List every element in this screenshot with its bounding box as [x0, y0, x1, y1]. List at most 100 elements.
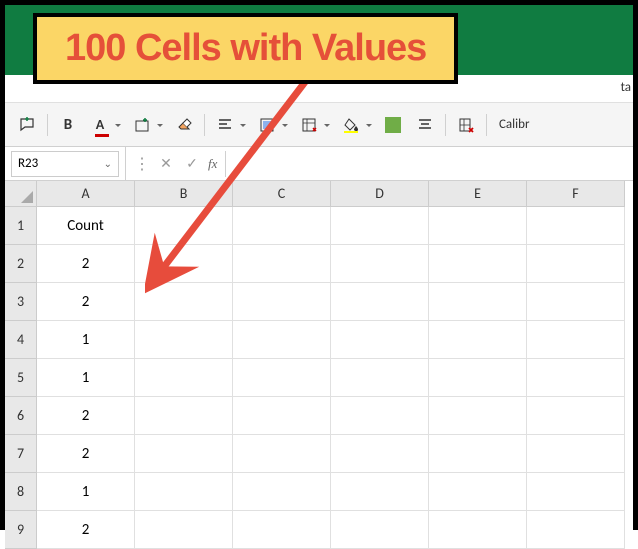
cell[interactable] — [331, 207, 429, 245]
cell[interactable] — [135, 435, 233, 473]
cell[interactable] — [233, 473, 331, 511]
cell[interactable] — [527, 283, 625, 321]
row-header[interactable]: 5 — [5, 359, 37, 397]
comment-button[interactable] — [13, 111, 41, 139]
cell[interactable] — [527, 207, 625, 245]
cell[interactable]: 1 — [37, 473, 135, 511]
row-header[interactable]: 1 — [5, 207, 37, 245]
cell[interactable] — [233, 283, 331, 321]
cell[interactable] — [527, 397, 625, 435]
cell[interactable]: 2 — [37, 283, 135, 321]
column-header[interactable]: B — [135, 181, 233, 207]
cell[interactable]: 2 — [37, 245, 135, 283]
cell[interactable] — [135, 321, 233, 359]
row-header[interactable]: 4 — [5, 321, 37, 359]
conditional-format-button[interactable] — [295, 111, 333, 139]
column-header[interactable]: A — [37, 181, 135, 207]
cell[interactable]: 2 — [37, 511, 135, 549]
cell[interactable] — [135, 245, 233, 283]
cancel-formula-button[interactable]: ✕ — [156, 154, 176, 174]
borders-button[interactable] — [253, 111, 291, 139]
row-header[interactable]: 7 — [5, 435, 37, 473]
table-row: 1 — [37, 321, 633, 359]
cell-fill-green[interactable] — [379, 111, 407, 139]
chevron-down-icon[interactable]: ⌄ — [104, 157, 112, 170]
toolbar-separator — [47, 114, 48, 136]
cell[interactable] — [135, 511, 233, 549]
clear-button[interactable] — [170, 111, 198, 139]
row-header[interactable]: 8 — [5, 473, 37, 511]
cell[interactable] — [429, 207, 527, 245]
cell[interactable] — [233, 359, 331, 397]
cell[interactable] — [233, 397, 331, 435]
table-row: 2 — [37, 511, 633, 549]
align-button[interactable] — [211, 111, 249, 139]
cell[interactable] — [233, 435, 331, 473]
cell[interactable]: 1 — [37, 321, 135, 359]
cell[interactable]: 2 — [37, 435, 135, 473]
cell[interactable] — [331, 321, 429, 359]
font-color-button[interactable]: A — [86, 111, 124, 139]
cell[interactable] — [233, 245, 331, 283]
center-align-button[interactable] — [411, 111, 439, 139]
table-row: 2 — [37, 435, 633, 473]
cell[interactable] — [527, 245, 625, 283]
cell[interactable] — [429, 511, 527, 549]
cell[interactable] — [331, 283, 429, 321]
cell[interactable] — [233, 321, 331, 359]
cell[interactable] — [331, 473, 429, 511]
ribbon-tab-fragment[interactable]: ta — [621, 80, 631, 95]
cell[interactable] — [233, 511, 331, 549]
cell[interactable] — [135, 207, 233, 245]
cell[interactable] — [527, 359, 625, 397]
cell[interactable] — [135, 473, 233, 511]
cell[interactable] — [429, 473, 527, 511]
cell[interactable] — [429, 283, 527, 321]
cell[interactable] — [233, 207, 331, 245]
bold-button[interactable]: B — [54, 111, 82, 139]
cell[interactable] — [331, 397, 429, 435]
cell[interactable] — [135, 397, 233, 435]
row-header[interactable]: 6 — [5, 397, 37, 435]
delete-cells-button[interactable] — [452, 111, 480, 139]
accept-formula-button[interactable]: ✓ — [182, 154, 202, 174]
cell[interactable] — [429, 321, 527, 359]
cell[interactable] — [527, 511, 625, 549]
name-box[interactable]: R23 ⌄ — [11, 151, 119, 177]
annotation-text: 100 Cells with Values — [65, 27, 426, 70]
cell[interactable] — [527, 321, 625, 359]
fill-color-button[interactable] — [337, 111, 375, 139]
cell[interactable] — [527, 435, 625, 473]
cell[interactable] — [135, 283, 233, 321]
cell[interactable]: 2 — [37, 397, 135, 435]
cell[interactable] — [331, 359, 429, 397]
spreadsheet-grid: 123456789 Count22112212 — [5, 207, 633, 549]
cell[interactable] — [331, 511, 429, 549]
cell[interactable] — [429, 435, 527, 473]
cell[interactable] — [331, 245, 429, 283]
row-header[interactable]: 3 — [5, 283, 37, 321]
more-icon[interactable]: ⋮ — [134, 154, 150, 174]
column-header[interactable]: D — [331, 181, 429, 207]
fx-label[interactable]: fx — [208, 156, 217, 172]
annotation-banner: 100 Cells with Values — [33, 13, 458, 84]
insert-cells-button[interactable] — [128, 111, 166, 139]
cell[interactable] — [429, 359, 527, 397]
cell[interactable] — [527, 473, 625, 511]
cell[interactable]: Count — [37, 207, 135, 245]
cell[interactable] — [429, 245, 527, 283]
cell[interactable]: 1 — [37, 359, 135, 397]
column-header[interactable]: E — [429, 181, 527, 207]
column-header[interactable]: F — [527, 181, 625, 207]
formula-bar-row: R23 ⌄ ⋮ ✕ ✓ fx — [5, 147, 633, 181]
row-header[interactable]: 2 — [5, 245, 37, 283]
select-all-corner[interactable] — [5, 181, 37, 207]
cell[interactable] — [135, 359, 233, 397]
cell[interactable] — [429, 397, 527, 435]
cell[interactable] — [331, 435, 429, 473]
toolbar-separator — [486, 114, 487, 136]
formula-bar-input[interactable] — [225, 151, 633, 177]
row-header[interactable]: 9 — [5, 511, 37, 549]
font-name-selector[interactable]: Calibr — [499, 117, 530, 132]
column-header[interactable]: C — [233, 181, 331, 207]
